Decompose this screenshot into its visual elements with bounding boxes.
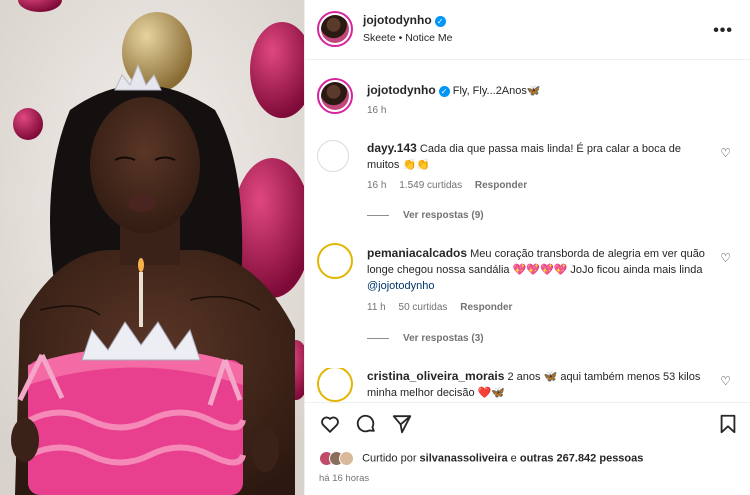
post-actions: Curtido por silvanassoliveira e outras 2… — [305, 402, 750, 495]
comment-time: 16 h — [367, 180, 387, 191]
comment-body: pemaniacalcados Meu coração transborda d… — [367, 245, 707, 294]
audio-track[interactable]: Skeete • Notice Me — [363, 32, 452, 44]
more-horizontal-icon[interactable]: ••• — [713, 22, 733, 40]
like-comment-heart-icon[interactable]: ♡ — [720, 251, 731, 265]
author-avatar[interactable] — [317, 11, 353, 47]
commenter-avatar[interactable] — [317, 140, 349, 172]
commenter-avatar[interactable] — [317, 368, 353, 402]
comment-username[interactable]: cristina_oliveira_morais — [367, 369, 504, 383]
reply-button[interactable]: Responder — [460, 302, 512, 313]
liked-by-prefix: Curtido por — [362, 452, 417, 465]
caption: jojotodynho ✓ Fly, Fly...2Anos🦋 16 h — [317, 78, 737, 123]
liked-by-user[interactable]: silvanassoliveira — [420, 452, 508, 464]
divider-line — [367, 337, 389, 339]
like-comment-heart-icon[interactable]: ♡ — [720, 374, 731, 388]
view-replies-button[interactable]: Ver respostas (9) — [367, 210, 484, 221]
bookmark-save-icon[interactable] — [717, 413, 739, 435]
caption-text: Fly, Fly...2Anos🦋 — [452, 85, 541, 97]
comment-body: dayy.143 Cada dia que passa mais linda! … — [367, 140, 707, 173]
comment-meta: 11 h 50 curtidas Responder — [367, 302, 522, 313]
caption-time: 16 h — [367, 105, 387, 116]
mention-link[interactable]: @jojotodynho — [367, 280, 434, 292]
author-username[interactable]: jojotodynho — [363, 13, 432, 27]
caption-author-avatar[interactable] — [317, 78, 353, 114]
post-timestamp: há 16 horas — [319, 473, 370, 484]
post-image[interactable] — [0, 0, 304, 495]
comment-likes[interactable]: 50 curtidas — [399, 302, 448, 313]
verified-badge-icon: ✓ — [434, 15, 446, 27]
comment-icon[interactable] — [355, 413, 377, 435]
comment-username[interactable]: pemaniacalcados — [367, 246, 467, 260]
comment-meta: 16 h 1.549 curtidas Responder — [367, 180, 537, 191]
birthday-photo-illustration — [0, 0, 304, 495]
like-heart-icon[interactable] — [319, 413, 341, 435]
reply-button[interactable]: Responder — [475, 180, 527, 191]
post-detail-panel: jojotodynho ✓ Skeete • Notice Me ••• jojo… — [304, 0, 750, 495]
view-replies-label: Ver respostas (3) — [403, 333, 484, 344]
like-comment-heart-icon[interactable]: ♡ — [720, 146, 731, 160]
view-replies-button[interactable]: Ver respostas (3) — [367, 333, 484, 344]
verified-badge-icon: ✓ — [438, 85, 450, 97]
comment-body: cristina_oliveira_morais 2 anos 🦋 aqui t… — [367, 368, 707, 401]
view-replies-label: Ver respostas (9) — [403, 210, 484, 221]
comment-username[interactable]: dayy.143 — [367, 141, 417, 155]
commenter-avatar[interactable] — [317, 243, 353, 279]
liker-avatars[interactable] — [319, 451, 354, 466]
balloon-pink-small — [13, 108, 43, 140]
liked-by-row: Curtido por silvanassoliveira e outras 2… — [319, 451, 643, 466]
liked-by-and: e — [510, 452, 517, 465]
divider-line — [367, 214, 389, 216]
post-header: jojotodynho ✓ Skeete • Notice Me ••• — [305, 0, 750, 60]
comment-item: dayy.143 Cada dia que passa mais linda! … — [317, 140, 737, 225]
comment-item: cristina_oliveira_morais 2 anos 🦋 aqui t… — [317, 368, 737, 402]
author-name-row: jojotodynho ✓ — [363, 13, 446, 27]
caption-text-row: jojotodynho ✓ Fly, Fly...2Anos🦋 — [367, 82, 707, 99]
caption-username[interactable]: jojotodynho — [367, 83, 436, 97]
comment-likes[interactable]: 1.549 curtidas — [399, 180, 462, 191]
share-send-icon[interactable] — [391, 413, 413, 435]
comment-time: 11 h — [367, 302, 386, 313]
liked-by-others[interactable]: outras 267.842 pessoas — [520, 452, 644, 464]
comment-item: pemaniacalcados Meu coração transborda d… — [317, 243, 737, 350]
